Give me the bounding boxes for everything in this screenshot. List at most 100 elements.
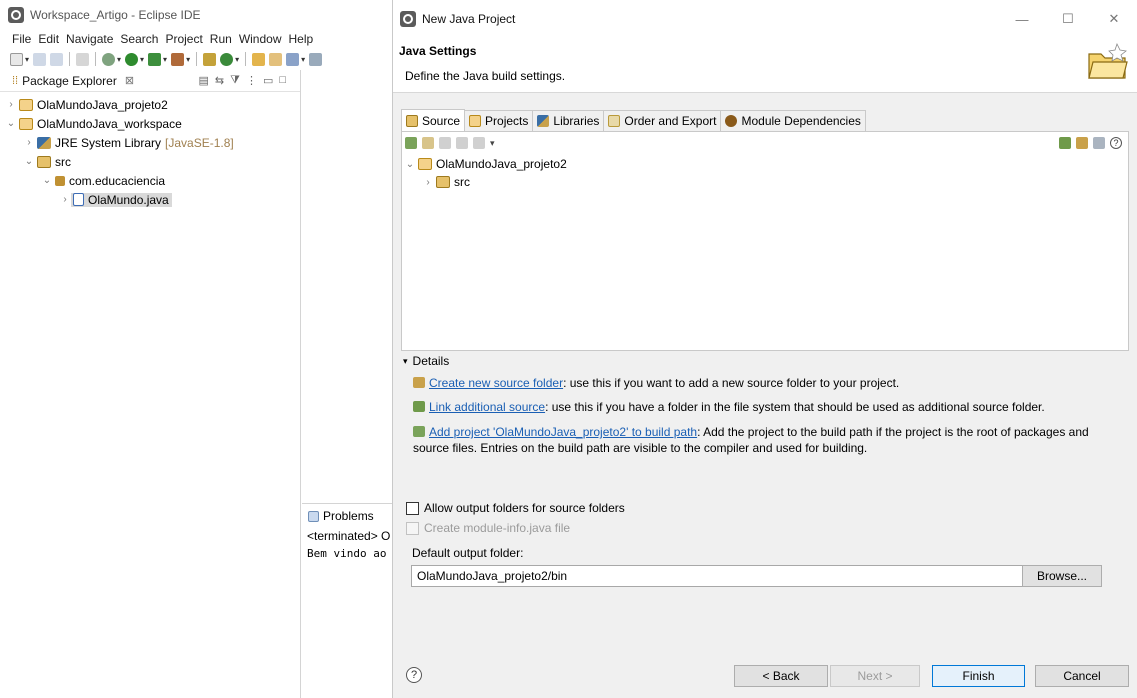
default-output-field[interactable]	[411, 565, 1023, 587]
open-folder-icon[interactable]	[269, 52, 283, 66]
eclipse-window-title: Workspace_Artigo - Eclipse IDE	[30, 8, 201, 22]
triangle-down-icon: ▾	[403, 355, 408, 366]
tab-projects[interactable]: Projects	[464, 110, 534, 131]
tree-row-file[interactable]: › OlaMundo.java	[0, 190, 300, 209]
chevron-right-icon[interactable]: ›	[59, 194, 71, 205]
include-filter-icon[interactable]	[439, 137, 451, 149]
package-explorer-icon: ⁞⁞	[12, 74, 19, 87]
menu-run[interactable]: Run	[210, 32, 232, 46]
link-folder-icon[interactable]	[422, 137, 434, 149]
minimize-view-icon[interactable]: ▭	[263, 74, 273, 87]
maximize-button[interactable]: ☐	[1045, 0, 1091, 38]
tab-label: Order and Export	[624, 114, 717, 128]
tree-label: OlaMundoJava_projeto2	[37, 97, 168, 112]
tab-module-dependencies[interactable]: Module Dependencies	[720, 110, 866, 131]
minimize-button[interactable]: —	[999, 0, 1045, 38]
new-java-project-dialog: New Java Project — ☐ ✕ Java Settings Def…	[392, 0, 1137, 698]
exclude-filter-icon[interactable]	[456, 137, 468, 149]
tab-label: Projects	[485, 114, 529, 128]
tree-label: com.educaciencia	[69, 173, 166, 188]
save-all-icon[interactable]	[50, 52, 64, 66]
new-source-folder-icon	[413, 377, 425, 388]
help-icon[interactable]: ?	[1110, 137, 1122, 149]
coverage-icon[interactable]	[148, 52, 162, 66]
wizard-page-description: Define the Java build settings.	[405, 69, 566, 83]
selected-file[interactable]: OlaMundo.java	[71, 192, 172, 207]
details-toggle[interactable]: ▾ Details	[401, 352, 1129, 370]
problems-label: Problems	[323, 509, 374, 523]
more-tools-icon[interactable]	[309, 52, 323, 66]
link-editor-icon[interactable]: ⇆	[215, 74, 224, 87]
new-icon[interactable]	[10, 52, 23, 66]
menu-window[interactable]: Window	[239, 32, 282, 46]
save-icon[interactable]	[33, 52, 47, 66]
chevron-down-icon[interactable]: ⌄	[41, 175, 53, 186]
menu-file[interactable]: File	[12, 32, 31, 46]
tab-order-export[interactable]: Order and Export	[603, 110, 722, 131]
chevron-right-icon[interactable]: ›	[422, 177, 434, 188]
tree-row-jre[interactable]: › JRE System Library [JavaSE-1.8]	[0, 133, 300, 152]
help-button[interactable]: ?	[406, 667, 422, 683]
problems-tab[interactable]: Problems	[302, 504, 392, 528]
external-tools-icon[interactable]	[171, 52, 185, 66]
browse-button[interactable]: Browse...	[1022, 565, 1102, 587]
configure-icon[interactable]	[473, 137, 485, 149]
menu-search[interactable]: Search	[120, 32, 158, 46]
new-source-folder-icon[interactable]	[1076, 137, 1088, 149]
add-project-build-path-link[interactable]: Add project 'OlaMundoJava_projeto2' to b…	[429, 425, 697, 439]
chevron-right-icon[interactable]: ›	[5, 99, 17, 110]
tree-row-package[interactable]: ⌄ com.educaciencia	[0, 171, 300, 190]
link-additional-source-link[interactable]: Link additional source	[429, 400, 545, 414]
tree-row-project1[interactable]: › OlaMundoJava_projeto2	[0, 95, 300, 114]
menu-navigate[interactable]: Navigate	[66, 32, 113, 46]
tab-label: Libraries	[553, 114, 600, 128]
chevron-down-icon[interactable]: ⌄	[404, 159, 416, 170]
close-view-icon[interactable]: ⊠	[125, 74, 134, 87]
package-explorer-tab[interactable]: ⁞⁞ Package Explorer ⊠	[12, 74, 134, 88]
terminal-icon[interactable]	[76, 52, 90, 66]
java-file-icon	[73, 193, 84, 206]
dropdown-icon[interactable]: ▾	[490, 138, 495, 149]
maximize-view-icon[interactable]: □	[279, 74, 286, 87]
search-tool-icon[interactable]	[286, 52, 300, 66]
new-package-icon[interactable]	[203, 52, 217, 66]
source-panel-toolbar: ▾ ?	[402, 132, 1128, 154]
collapse-all-icon[interactable]: ▤	[199, 74, 209, 87]
details-label: Details	[412, 354, 450, 368]
tab-source[interactable]: Source	[401, 109, 466, 131]
debug-icon[interactable]	[102, 52, 116, 66]
back-button[interactable]: < Back	[734, 665, 828, 687]
tree-row-src[interactable]: ⌄ src	[0, 152, 300, 171]
link-source-icon[interactable]	[1059, 137, 1071, 149]
source-folder-icon	[436, 176, 450, 188]
chevron-down-icon[interactable]: ⌄	[23, 156, 35, 167]
tab-libraries[interactable]: Libraries	[532, 110, 605, 131]
filter-icon[interactable]: ⧩	[230, 74, 240, 87]
run-icon[interactable]	[125, 52, 139, 66]
cancel-button[interactable]: Cancel	[1035, 665, 1129, 687]
view-menu-icon[interactable]: ⋮	[246, 74, 257, 87]
tree-label: OlaMundoJava_workspace	[37, 116, 182, 131]
menu-help[interactable]: Help	[289, 32, 314, 46]
chevron-right-icon[interactable]: ›	[23, 137, 35, 148]
tree-row-project2[interactable]: ⌄ OlaMundoJava_workspace	[0, 114, 300, 133]
source-tree-src[interactable]: › src	[402, 173, 1128, 191]
close-button[interactable]: ✕	[1091, 0, 1137, 38]
chevron-down-icon[interactable]: ⌄	[5, 118, 17, 129]
project-icon	[418, 158, 432, 170]
new-class-icon[interactable]	[220, 52, 234, 66]
allow-output-option[interactable]: Allow output folders for source folders	[406, 501, 625, 515]
menu-project[interactable]: Project	[165, 32, 202, 46]
create-source-folder-link[interactable]: Create new source folder	[429, 376, 563, 390]
open-type-icon[interactable]	[252, 52, 266, 66]
add-folder-icon[interactable]	[405, 137, 417, 149]
details-item-link-source: Link additional source: use this if you …	[413, 399, 1113, 415]
module-icon	[725, 115, 738, 127]
allow-output-checkbox[interactable]	[406, 501, 419, 515]
source-tree-project[interactable]: ⌄ OlaMundoJava_projeto2	[402, 155, 1128, 173]
remove-icon[interactable]	[1093, 137, 1105, 149]
source-tree: ⌄ OlaMundoJava_projeto2 › src	[402, 154, 1128, 191]
tree-label: src	[454, 175, 470, 189]
finish-button[interactable]: Finish	[932, 665, 1025, 687]
menu-edit[interactable]: Edit	[38, 32, 59, 46]
